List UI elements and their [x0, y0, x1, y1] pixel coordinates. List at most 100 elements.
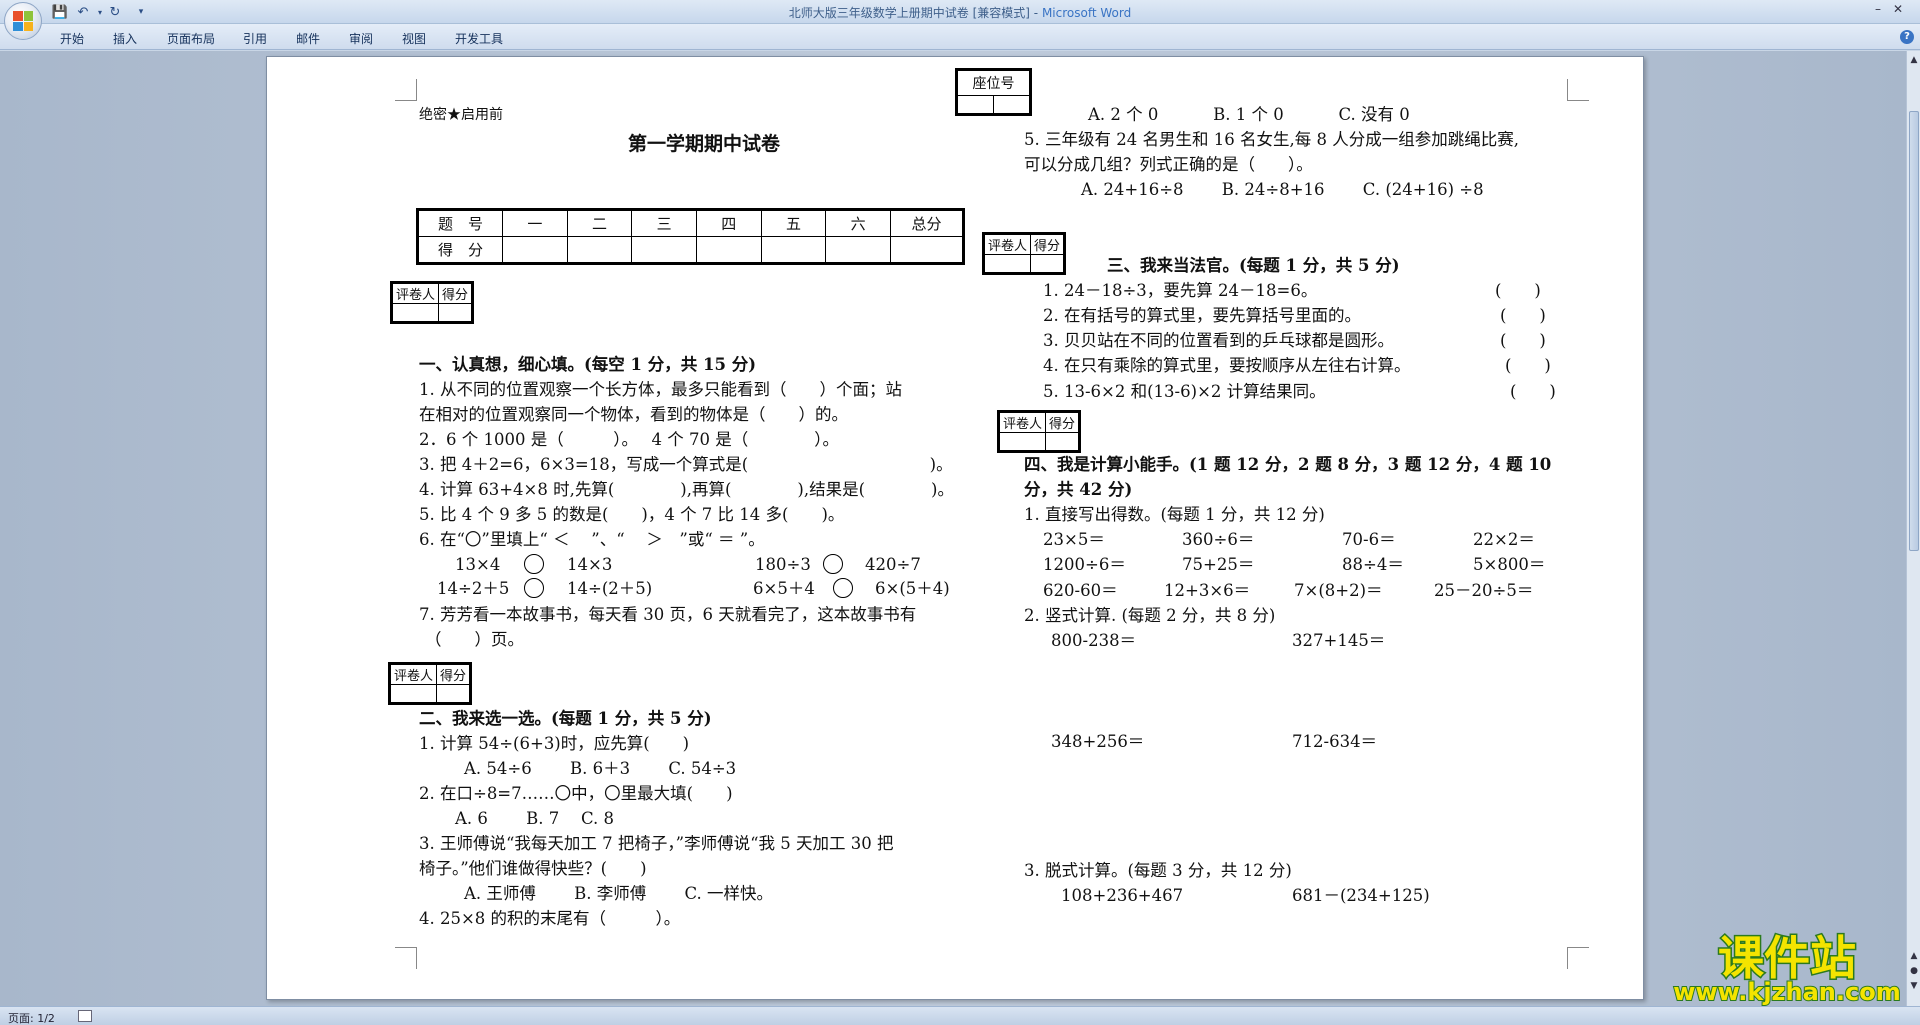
judge-item: 3. 贝贝站在不同的位置看到的乒乓球都是圆形。: [1043, 331, 1394, 350]
calc-item: 70-6＝: [1342, 530, 1396, 549]
score-label: 得分: [436, 664, 471, 685]
judge-paren[interactable]: ( ): [1500, 306, 1546, 326]
page-indicator[interactable]: 页面: 1/2: [8, 1010, 55, 1025]
question-text: 2．6 个 1000 是（ ）。 4 个 70 是（ ）。: [419, 430, 839, 449]
compare-item: 420÷7: [865, 555, 921, 574]
answer-options: A. 24+16÷8 B. 24÷8+16 C. (24+16) ÷8: [1081, 180, 1484, 199]
judge-paren[interactable]: ( ): [1495, 281, 1541, 301]
calc-item: 12+3×6＝: [1164, 581, 1251, 600]
calc-item: 327+145＝: [1292, 631, 1386, 650]
question-text: 6. 在“〇”里填上“ ＜ ”、“ ＞ ”或“ ＝ ”。: [419, 530, 765, 549]
question-text: 4. 计算 63+4×8 时,先算( ),再算( ),结果是( )。: [419, 480, 954, 499]
tab-home[interactable]: 开始: [60, 30, 84, 47]
compare-circle[interactable]: [524, 553, 544, 574]
score-label: 得分: [1030, 234, 1065, 255]
score-table-header: 一: [502, 210, 568, 237]
grader-box: 评卷人 得分: [389, 281, 475, 324]
office-button[interactable]: [4, 2, 42, 40]
score-table-header: 总分: [890, 210, 963, 237]
ribbon-tabs: 开始 插入 页面布局 引用 邮件 审阅 视图 开发工具 ?: [0, 24, 1920, 50]
compare-item: 14÷(2＋5): [567, 579, 653, 598]
score-row-label: 得 分: [418, 236, 503, 263]
calc-item: 712-634＝: [1292, 732, 1378, 751]
score-table-header: 二: [566, 210, 633, 237]
minimize-button[interactable]: –: [1868, 2, 1888, 18]
tab-page-layout[interactable]: 页面布局: [167, 30, 215, 47]
calc-item: 7×(8+2)＝: [1294, 581, 1383, 600]
judge-paren[interactable]: ( ): [1500, 331, 1546, 351]
question-text: 2. 在口÷8=7……〇中，〇里最大填( ): [419, 784, 733, 803]
svg-text:www.kjzhan.com: www.kjzhan.com: [1673, 978, 1900, 1006]
question-text: 5. 三年级有 24 名男生和 16 名女生,每 8 人分成一组参加跳绳比赛,: [1024, 130, 1519, 149]
question-text: 7. 芳芳看一本故事书，每天看 30 页，6 天就看完了，这本故事书有: [419, 605, 917, 624]
judge-item: 1. 24－18÷3，要先算 24－18=6。: [1043, 281, 1318, 300]
spell-check-icon[interactable]: [78, 1010, 92, 1022]
grader-box: 评卷人 得分: [981, 232, 1067, 275]
tab-review[interactable]: 审阅: [349, 30, 373, 47]
score-table-header-row: 题 号 一 二 三 四 五 六 总分: [418, 210, 963, 237]
tab-references[interactable]: 引用: [243, 30, 267, 47]
exam-title: 第一学期期中试卷: [628, 133, 781, 155]
question-text: 3. 把 4＋2=6，6×3=18，写成一个算式是( )。: [419, 455, 953, 474]
problem-heading: 3. 脱式计算。(每题 3 分，共 12 分): [1024, 861, 1292, 880]
calc-item: 88÷4＝: [1342, 555, 1404, 574]
score-table-header: 五: [760, 210, 827, 237]
judge-item: 4. 在只有乘除的算式里，要按顺序从左往右计算。: [1043, 356, 1411, 375]
confidential-label: 绝密★启用前: [419, 107, 503, 123]
section2-title: 二、我来选一选。(每题 1 分，共 5 分): [419, 709, 712, 728]
answer-options: A. 54÷6 B. 6＋3 C. 54÷3: [464, 759, 737, 778]
compare-circle[interactable]: [833, 577, 853, 598]
question-text: 4. 25×8 的积的末尾有（ ）。: [419, 909, 681, 928]
scrollbar-thumb[interactable]: [1909, 111, 1919, 551]
grader-label: 评卷人: [391, 283, 440, 304]
tab-developer[interactable]: 开发工具: [455, 30, 503, 47]
calc-item: 348+256＝: [1051, 732, 1145, 751]
title-separator: -: [1029, 6, 1042, 20]
tab-view[interactable]: 视图: [402, 30, 426, 47]
question-text: 5. 比 4 个 9 多 5 的数是( )，4 个 7 比 14 多( )。: [419, 505, 845, 524]
crop-mark: [395, 947, 417, 969]
document-page[interactable]: 座位号 绝密★启用前 第一学期期中试卷 题 号 一 二 三 四 五 六 总分 得…: [266, 56, 1644, 1000]
svg-text:课件站: 课件站: [1718, 931, 1856, 985]
compare-circle[interactable]: [823, 553, 843, 574]
compare-item: 14×3: [567, 555, 613, 574]
previous-page-icon[interactable]: ▲: [1909, 951, 1919, 961]
tab-mailings[interactable]: 邮件: [296, 30, 320, 47]
score-table-header: 四: [695, 210, 762, 237]
calc-item: 25－20÷5＝: [1434, 581, 1534, 600]
document-area: 座位号 绝密★启用前 第一学期期中试卷 题 号 一 二 三 四 五 六 总分 得…: [0, 51, 1906, 1006]
score-table-header: 三: [631, 210, 697, 237]
compare-item: 6×(5＋4): [875, 579, 950, 598]
calc-item: 75+25＝: [1182, 555, 1255, 574]
question-text: （ ）页。: [425, 630, 524, 649]
help-icon[interactable]: ?: [1900, 30, 1914, 44]
score-label: 得分: [438, 283, 473, 304]
compare-circle[interactable]: [524, 577, 544, 598]
window-title: 北师大版三年级数学上册期中试卷 [兼容模式] - Microsoft Word: [0, 4, 1920, 21]
grader-label: 评卷人: [389, 664, 438, 685]
section4-title: 四、我是计算小能手。(1 题 12 分，2 题 8 分，3 题 12 分，4 题…: [1024, 455, 1552, 474]
document-name: 北师大版三年级数学上册期中试卷 [兼容模式]: [788, 6, 1030, 20]
score-table-row: 得 分: [418, 236, 963, 263]
crop-mark: [1567, 79, 1589, 101]
close-button[interactable]: ✕: [1888, 2, 1908, 18]
score-table: 题 号 一 二 三 四 五 六 总分 得 分: [416, 208, 965, 265]
question-text: 3. 王师傅说“我每天加工 7 把椅子，”李师傅说“我 5 天加工 30 把: [419, 834, 894, 853]
judge-paren[interactable]: ( ): [1510, 382, 1556, 402]
title-bar: 💾 ↶ ▾ ↻ ▾ 北师大版三年级数学上册期中试卷 [兼容模式] - Micro…: [0, 0, 1920, 24]
grader-label: 评卷人: [998, 412, 1047, 433]
scroll-up-icon[interactable]: ▲: [1909, 55, 1919, 65]
calc-item: 800-238＝: [1051, 631, 1137, 650]
calc-item: 360÷6＝: [1182, 530, 1255, 549]
section3-title: 三、我来当法官。(每题 1 分，共 5 分): [1107, 256, 1400, 275]
grader-box: 评卷人 得分: [996, 410, 1082, 453]
next-page-icon[interactable]: ▼: [1909, 981, 1919, 991]
crop-mark: [1567, 947, 1589, 969]
judge-paren[interactable]: ( ): [1505, 356, 1551, 376]
kjzhan-watermark-logo: 课件站 www.kjzhan.com: [1672, 930, 1901, 1007]
compare-item: 180÷3: [755, 555, 811, 574]
tab-insert[interactable]: 插入: [113, 30, 137, 47]
vertical-scrollbar[interactable]: ▲ ▲ ● ▼: [1906, 51, 1920, 1006]
browse-object-icon[interactable]: ●: [1909, 966, 1919, 976]
section1-title: 一、认真想，细心填。(每空 1 分，共 15 分): [419, 355, 757, 374]
